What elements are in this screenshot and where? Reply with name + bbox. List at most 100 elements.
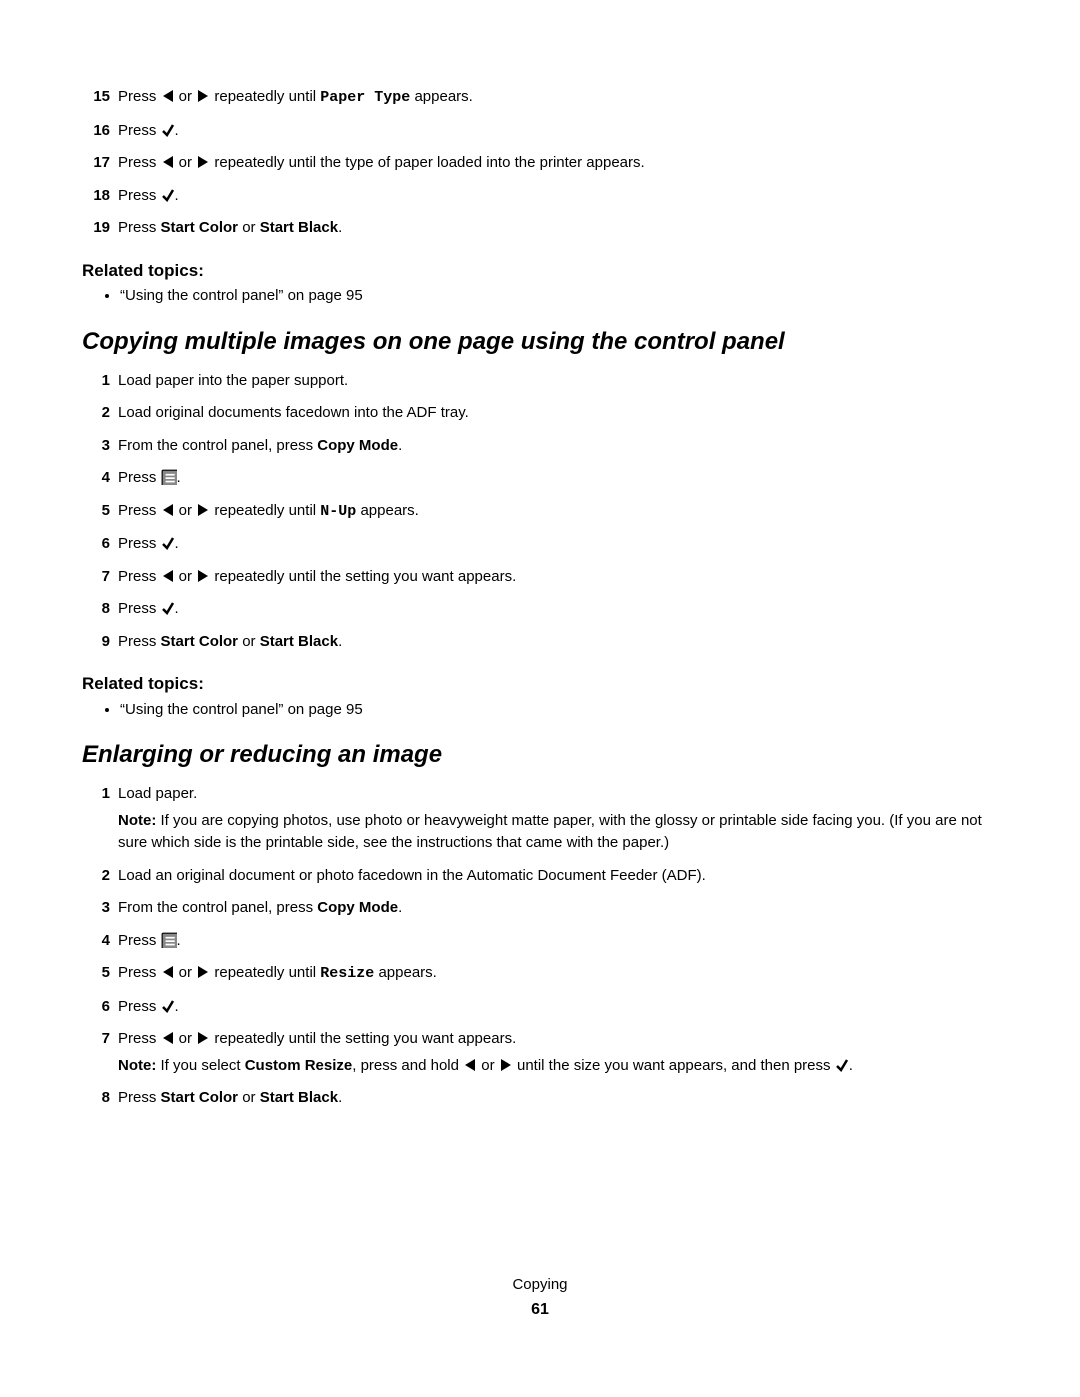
instruction-step: 6 Press . [82,996,998,1023]
step-number: 6 [82,533,110,556]
step-body: Press or repeatedly until the setting yo… [118,566,998,593]
step-text: Load paper. [118,783,998,806]
instruction-step: 6 Press . [82,533,998,560]
triangle-right-icon [499,1058,513,1072]
step-body: From the control panel, press Copy Mode. [118,435,998,462]
step-body: Load original documents facedown into th… [118,402,998,429]
text-run: Load an original document or photo faced… [118,867,706,884]
checkmark-icon [161,536,175,550]
text-run: Press [118,469,161,486]
instruction-step: 19 Press Start Color or Start Black. [82,217,998,244]
instruction-step: 3 From the control panel, press Copy Mod… [82,435,998,462]
step-number: 3 [82,435,110,458]
instruction-step: 7 Press or repeatedly until the setting … [82,566,998,593]
instruction-section-c: 1 Load paper. Note: If you are copying p… [82,783,998,1114]
step-body: Press . [118,930,998,957]
text-run: Start Black [260,633,338,650]
checkmark-icon [835,1058,849,1072]
text-run: Custom Resize [245,1057,353,1074]
triangle-right-icon [196,503,210,517]
step-body: Press or repeatedly until N-Up appears. [118,500,998,528]
text-run: If you are copying photos, use photo or … [118,812,982,852]
text-run: . [175,122,179,139]
text-run: appears. [356,502,419,519]
step-note: Note: If you are copying photos, use pho… [118,810,998,855]
step-number: 1 [82,370,110,393]
text-run: or [175,88,197,105]
step-text: Press or repeatedly until Resize appears… [118,962,998,986]
instruction-step: 8 Press . [82,598,998,625]
triangle-right-icon [196,155,210,169]
instruction-step: 1 Load paper. Note: If you are copying p… [82,783,998,859]
text-run: or [238,219,260,236]
text-run: Press [118,1030,161,1047]
triangle-left-icon [161,155,175,169]
step-text: Press Start Color or Start Black. [118,631,998,654]
step-text: Press or repeatedly until N-Up appears. [118,500,998,524]
instruction-step: 2 Load an original document or photo fac… [82,865,998,892]
text-run: Load original documents facedown into th… [118,404,469,421]
checkmark-icon [161,123,175,137]
step-number: 8 [82,598,110,621]
text-run: Press [118,568,161,585]
page-number: 61 [82,1298,998,1322]
text-run: . [849,1057,853,1074]
step-text: Press Start Color or Start Black. [118,1087,998,1110]
step-body: Load paper into the paper support. [118,370,998,397]
step-text: Press . [118,930,998,953]
instruction-section-continued: 15 Press or repeatedly until Paper Type … [82,86,998,244]
text-run: From the control panel, press [118,437,317,454]
instruction-step: 7 Press or repeatedly until the setting … [82,1028,998,1081]
step-number: 18 [82,185,110,208]
text-run: or [238,633,260,650]
step-text: Press . [118,467,998,490]
related-topics-list: “Using the control panel” on page 95 [82,285,998,308]
step-text: Press or repeatedly until Paper Type app… [118,86,998,110]
step-number: 17 [82,152,110,175]
text-run: appears. [374,964,437,981]
text-run: Press [118,122,161,139]
step-number: 2 [82,865,110,888]
text-run: . [175,535,179,552]
text-run: . [338,633,342,650]
triangle-left-icon [463,1058,477,1072]
text-run: Start Black [260,219,338,236]
step-text: Press . [118,185,998,208]
step-text: Load an original document or photo faced… [118,865,998,888]
step-number: 5 [82,500,110,523]
text-run: Load paper into the paper support. [118,372,348,389]
instruction-step: 1 Load paper into the paper support. [82,370,998,397]
step-body: Press or repeatedly until the setting yo… [118,1028,998,1081]
step-body: Press . [118,120,998,147]
triangle-right-icon [196,965,210,979]
menu-icon [161,932,177,948]
text-run: appears. [410,88,473,105]
section-heading-enlarging: Enlarging or reducing an image [82,737,998,773]
text-run: Press [118,535,161,552]
text-run: Start Color [161,219,239,236]
step-body: From the control panel, press Copy Mode. [118,897,998,924]
text-run: Press [118,154,161,171]
step-text: Press . [118,533,998,556]
step-number: 15 [82,86,110,109]
step-text: Load original documents facedown into th… [118,402,998,425]
text-run: Press [118,219,161,236]
text-run: or [175,568,197,585]
step-body: Press . [118,467,998,494]
text-run: repeatedly until the type of paper loade… [210,154,644,171]
step-number: 9 [82,631,110,654]
step-body: Press . [118,598,998,625]
step-text: Press Start Color or Start Black. [118,217,998,240]
step-text: Press . [118,598,998,621]
text-run: If you select [156,1057,244,1074]
text-run: or [175,1030,197,1047]
instruction-step: 2 Load original documents facedown into … [82,402,998,429]
text-run: . [175,600,179,617]
instruction-step: 18 Press . [82,185,998,212]
text-run: repeatedly until [210,964,320,981]
section-heading-copying-multiple: Copying multiple images on one page usin… [82,324,998,360]
step-number: 2 [82,402,110,425]
step-body: Press . [118,996,998,1023]
text-run: repeatedly until [210,88,320,105]
step-body: Press . [118,533,998,560]
